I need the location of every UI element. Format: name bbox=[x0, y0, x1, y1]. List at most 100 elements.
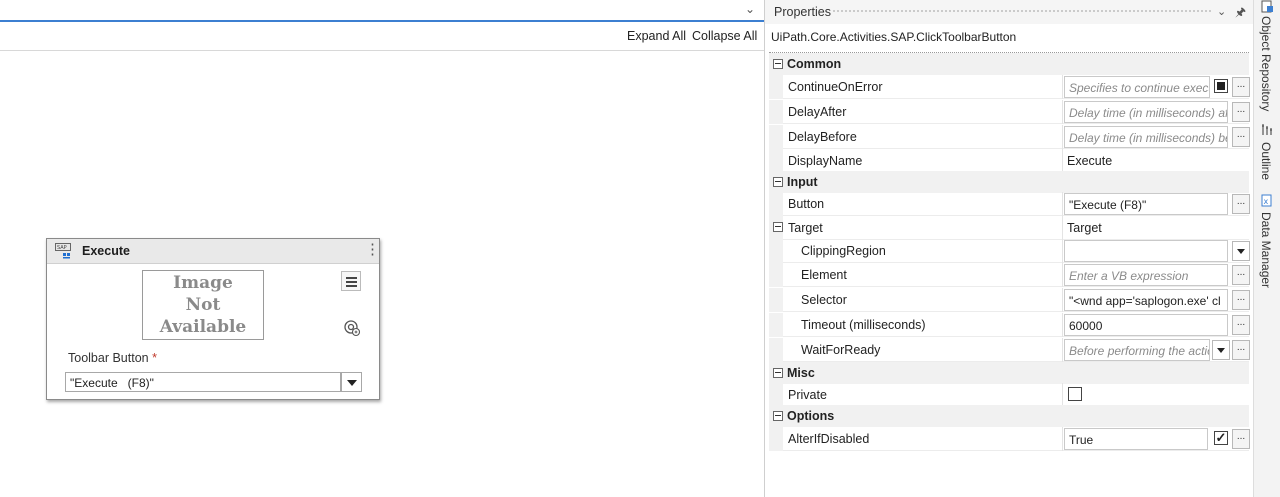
designer-tab-strip: ⌄ bbox=[0, 0, 764, 22]
property-row-target[interactable]: Target Target bbox=[769, 216, 1249, 240]
data-manager-icon: x bbox=[1261, 194, 1272, 207]
selector-input[interactable]: "<wnd app='saplogon.exe' cl bbox=[1064, 289, 1228, 311]
clipping-region-dropdown[interactable] bbox=[1232, 241, 1250, 261]
collapse-icon[interactable] bbox=[773, 411, 783, 421]
property-name: WaitForReady bbox=[801, 343, 881, 357]
continue-on-error-input[interactable]: Specifies to continue executing bbox=[1064, 76, 1210, 98]
required-mark: * bbox=[152, 351, 157, 365]
property-grid: Common ContinueOnError Specifies to cont… bbox=[769, 52, 1250, 497]
chevron-down-icon bbox=[347, 380, 357, 386]
element-input[interactable]: Enter a VB expression bbox=[1064, 264, 1228, 286]
chevron-down-icon bbox=[1217, 348, 1225, 353]
property-row-timeout[interactable]: Timeout (milliseconds) 60000 ... bbox=[769, 313, 1250, 337]
ellipsis-button[interactable]: ... bbox=[1232, 194, 1250, 214]
toolbar-button-dropdown[interactable] bbox=[341, 372, 362, 392]
category-input[interactable]: Input bbox=[769, 171, 1249, 193]
clipping-region-input[interactable] bbox=[1064, 240, 1228, 262]
category-label: Options bbox=[787, 409, 835, 423]
collapse-icon[interactable] bbox=[773, 222, 783, 232]
chevron-down-icon[interactable]: ⌄ bbox=[1217, 5, 1226, 18]
category-misc[interactable]: Misc bbox=[769, 362, 1249, 384]
ellipsis-button[interactable]: ... bbox=[1232, 315, 1250, 335]
svg-text:SAP: SAP bbox=[57, 245, 67, 251]
property-row-delay-after[interactable]: DelayAfter Delay time (in milliseconds) … bbox=[769, 100, 1250, 124]
collapse-all-link[interactable]: Collapse All bbox=[692, 29, 757, 43]
property-name: ContinueOnError bbox=[788, 80, 883, 94]
properties-panel: Properties ⌄ 🖈︎ UiPath.Core.Activities.S… bbox=[764, 0, 1253, 497]
ellipsis-button[interactable]: ... bbox=[1232, 77, 1250, 97]
ellipsis-button[interactable]: ... bbox=[1232, 265, 1250, 285]
chevron-down-icon[interactable]: ⌄ bbox=[745, 2, 755, 16]
toolbar-button-input[interactable]: "Execute (F8)" bbox=[65, 372, 341, 392]
activity-class-name: UiPath.Core.Activities.SAP.ClickToolbarB… bbox=[771, 30, 1017, 44]
placeholder-line: Image bbox=[173, 273, 233, 293]
continue-on-error-checkbox[interactable] bbox=[1214, 79, 1228, 93]
object-repository-icon bbox=[1261, 0, 1273, 13]
placeholder-line: Available bbox=[159, 317, 247, 337]
property-name: ClippingRegion bbox=[801, 244, 886, 258]
activity-card-execute[interactable]: SAP Execute ⋮ Image Not Available Toolba… bbox=[46, 238, 380, 400]
property-row-wait-for-ready[interactable]: WaitForReady Before performing the actio… bbox=[769, 338, 1250, 362]
property-name: Element bbox=[801, 268, 847, 282]
property-row-clipping-region[interactable]: ClippingRegion bbox=[769, 239, 1250, 263]
private-checkbox[interactable] bbox=[1068, 387, 1082, 401]
more-options-icon[interactable]: ⋮ bbox=[365, 241, 380, 259]
category-options[interactable]: Options bbox=[769, 405, 1249, 427]
delay-after-input[interactable]: Delay time (in milliseconds) after bbox=[1064, 101, 1228, 123]
menu-icon[interactable] bbox=[341, 271, 361, 291]
toolbar-button-label-text: Toolbar Button bbox=[68, 351, 149, 365]
collapse-icon[interactable] bbox=[773, 177, 783, 187]
indicate-target-icon[interactable] bbox=[343, 319, 361, 337]
property-name: AlterIfDisabled bbox=[788, 432, 870, 446]
property-row-button[interactable]: Button "Execute (F8)" ... bbox=[769, 192, 1250, 216]
alter-if-disabled-checkbox[interactable]: ✓ bbox=[1214, 431, 1228, 445]
property-row-element[interactable]: Element Enter a VB expression ... bbox=[769, 263, 1250, 287]
workflow-designer: ⌄ Expand All Collapse All SAP Execute ⋮ … bbox=[0, 0, 764, 497]
ellipsis-button[interactable]: ... bbox=[1232, 429, 1250, 449]
category-label: Common bbox=[787, 57, 842, 71]
image-not-available-placeholder: Image Not Available bbox=[142, 270, 264, 340]
sap-icon: SAP bbox=[55, 243, 71, 259]
placeholder-line: Not bbox=[185, 295, 221, 315]
pin-icon[interactable]: 🖈︎ bbox=[1235, 3, 1246, 24]
wait-for-ready-input[interactable]: Before performing the action bbox=[1064, 339, 1210, 361]
collapse-icon[interactable] bbox=[773, 368, 783, 378]
activity-header[interactable]: SAP Execute ⋮ bbox=[47, 239, 380, 264]
ellipsis-button[interactable]: ... bbox=[1232, 102, 1250, 122]
ellipsis-button[interactable]: ... bbox=[1232, 290, 1250, 310]
button-input[interactable]: "Execute (F8)" bbox=[1064, 193, 1228, 215]
property-row-private[interactable]: Private bbox=[769, 383, 1249, 407]
property-name: Button bbox=[788, 197, 825, 211]
designer-toolbar: Expand All Collapse All bbox=[0, 22, 764, 51]
svg-text:x: x bbox=[1264, 197, 1269, 206]
property-row-selector[interactable]: Selector "<wnd app='saplogon.exe' cl ... bbox=[769, 288, 1250, 312]
property-name: Target bbox=[788, 221, 823, 235]
property-name: Timeout (milliseconds) bbox=[801, 318, 926, 332]
timeout-input[interactable]: 60000 bbox=[1064, 314, 1228, 336]
property-name: Selector bbox=[801, 293, 847, 307]
collapse-icon[interactable] bbox=[773, 59, 783, 69]
property-row-display-name[interactable]: DisplayName Execute bbox=[769, 149, 1249, 173]
property-row-delay-before[interactable]: DelayBefore Delay time (in milliseconds)… bbox=[769, 125, 1250, 149]
properties-title-bar: Properties ⌄ 🖈︎ bbox=[765, 0, 1253, 24]
ellipsis-button[interactable]: ... bbox=[1232, 340, 1250, 360]
tab-data-manager[interactable]: Data Manager bbox=[1259, 212, 1273, 288]
activity-title: Execute bbox=[82, 244, 130, 258]
drag-grip[interactable] bbox=[832, 9, 1212, 14]
property-name: Private bbox=[788, 388, 827, 402]
wait-for-ready-dropdown[interactable] bbox=[1212, 340, 1230, 360]
chevron-down-icon bbox=[1237, 249, 1245, 254]
delay-before-input[interactable]: Delay time (in milliseconds) before bbox=[1064, 126, 1228, 148]
expand-all-link[interactable]: Expand All bbox=[627, 29, 686, 43]
category-common[interactable]: Common bbox=[769, 53, 1249, 75]
display-name-value[interactable]: Execute bbox=[1067, 154, 1112, 168]
alter-if-disabled-input[interactable]: True bbox=[1064, 428, 1208, 450]
tab-object-repository[interactable]: Object Repository bbox=[1259, 16, 1273, 111]
property-row-continue-on-error[interactable]: ContinueOnError Specifies to continue ex… bbox=[769, 75, 1250, 99]
property-row-alter-if-disabled[interactable]: AlterIfDisabled True ✓ ... bbox=[769, 427, 1250, 451]
ellipsis-button[interactable]: ... bbox=[1232, 127, 1250, 147]
tab-outline[interactable]: Outline bbox=[1259, 142, 1273, 180]
category-label: Misc bbox=[787, 366, 815, 380]
property-name: DelayBefore bbox=[788, 130, 857, 144]
target-value: Target bbox=[1067, 221, 1102, 235]
